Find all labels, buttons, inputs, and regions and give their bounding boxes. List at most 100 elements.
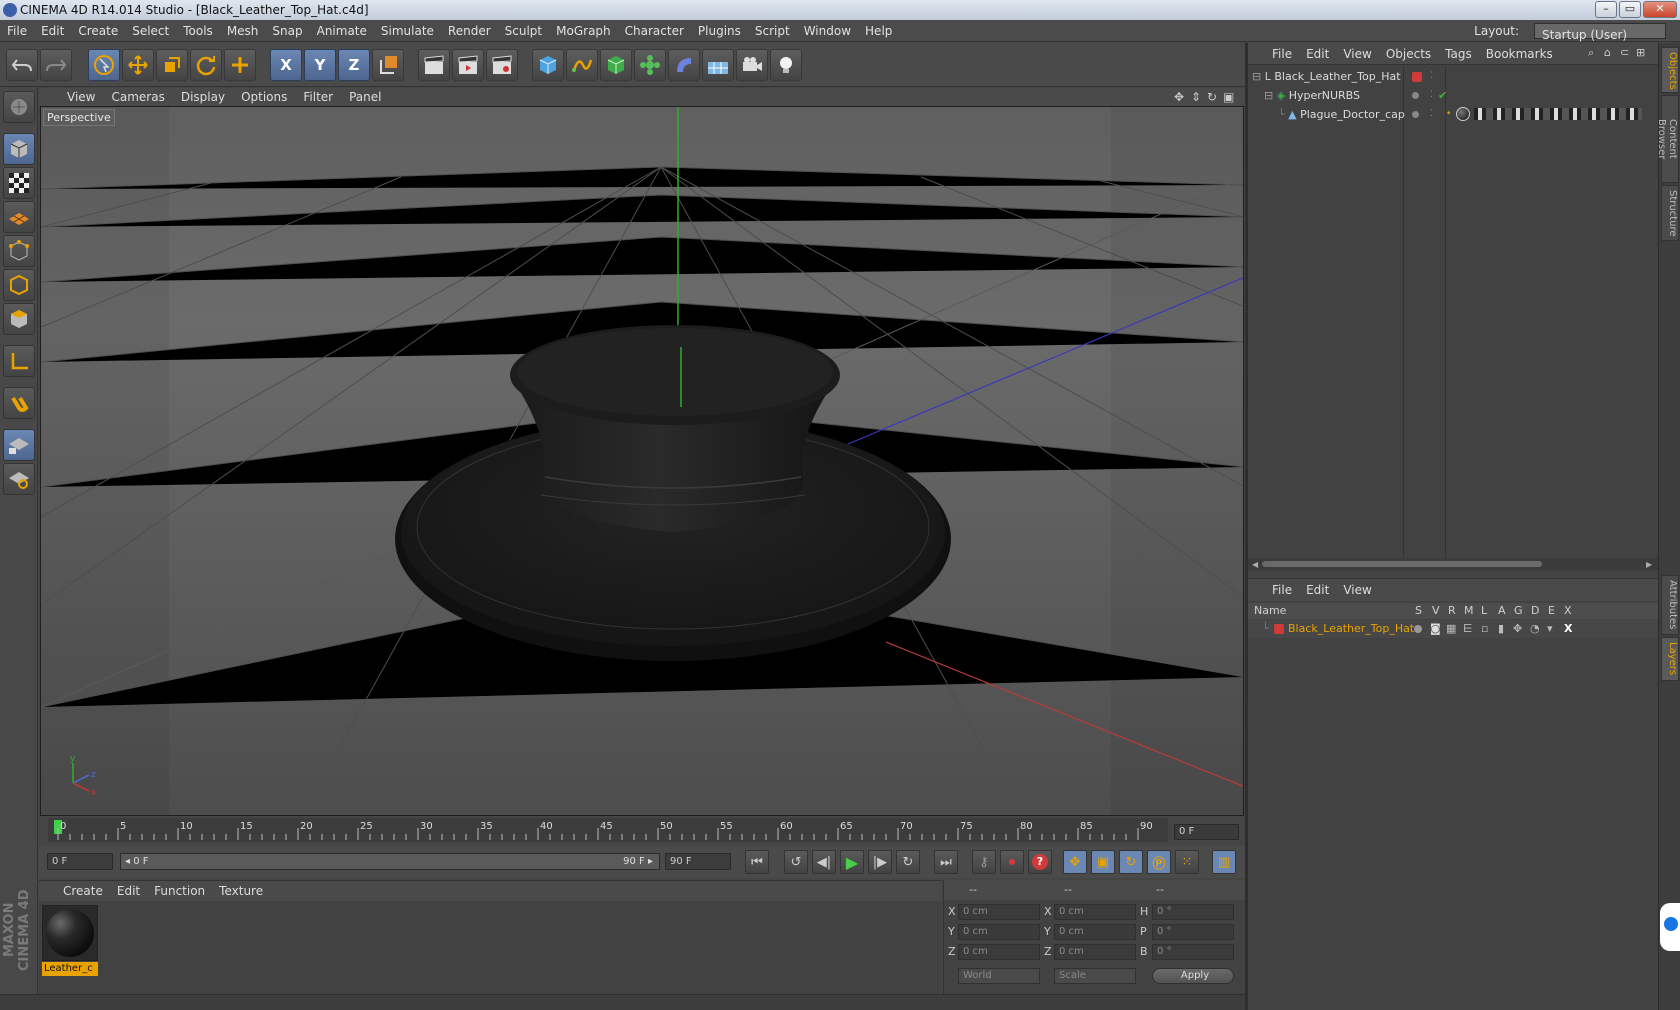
layer-solo-icon[interactable] [1414,625,1422,633]
layer-render-icon[interactable]: ▦ [1446,620,1456,638]
material-thumbnail[interactable] [42,905,98,961]
perspective-viewport[interactable]: y z x Perspective [40,106,1244,816]
texture-mode-button[interactable] [3,167,35,199]
menu-create[interactable]: Create [71,20,125,42]
live-selection-button[interactable] [88,49,120,81]
object-menu-edit[interactable]: Edit [1299,43,1336,65]
render-view-button[interactable] [418,49,450,81]
menu-mesh[interactable]: Mesh [220,20,266,42]
material-menu-texture[interactable]: Texture [212,881,270,901]
rotate-tool-button[interactable] [190,49,222,81]
scale-tool-button[interactable] [156,49,188,81]
layer-menu-file[interactable]: File [1248,579,1299,601]
tab-objects[interactable]: Objects [1661,47,1679,93]
menu-edit[interactable]: Edit [34,20,71,42]
undo-button[interactable] [6,49,38,81]
previous-key-button[interactable]: ↺ [784,850,808,874]
layout-select[interactable]: Startup (User) [1534,23,1666,42]
menu-select[interactable]: Select [125,20,176,42]
viewport-pan-icon[interactable]: ✥ [1174,90,1184,104]
coordinate-system-button[interactable] [372,49,404,81]
layer-menu-edit[interactable]: Edit [1299,579,1336,601]
autokey-button[interactable]: ⏺ [1000,850,1024,874]
menu-render[interactable]: Render [441,20,498,42]
maximize-button[interactable]: ▭ [1619,1,1641,18]
menu-sculpt[interactable]: Sculpt [498,20,549,42]
render-picture-viewer-button[interactable] [452,49,484,81]
preview-range-slider[interactable]: ◂ 0 F 90 F ▸ [120,853,660,870]
coord-pos-x-field[interactable]: 0 cm [958,904,1040,920]
menu-snap[interactable]: Snap [265,20,309,42]
tab-content-browser[interactable]: Content Browser [1656,95,1679,183]
add-camera-button[interactable] [736,49,768,81]
tab-structure[interactable]: Structure [1661,185,1679,241]
coord-rot-b-field[interactable]: 0 ° [1152,944,1234,960]
close-button[interactable]: ✕ [1643,1,1677,18]
go-to-end-button[interactable]: ⏭ [934,850,958,874]
move-tool-button[interactable] [122,49,154,81]
layer-visible-eye-icon[interactable]: ◙ [1430,620,1441,638]
menu-animate[interactable]: Animate [310,20,374,42]
visibility-dots-icon[interactable]: ⁚ [1430,105,1433,124]
object-menu-objects[interactable]: Objects [1379,43,1438,65]
tab-layers[interactable]: Layers [1661,637,1679,681]
snap-button[interactable] [3,387,35,419]
add-nurbs-button[interactable] [600,49,632,81]
layer-name[interactable]: Black_Leather_Top_Hat [1288,620,1414,638]
start-frame-field[interactable]: 0 F [47,853,113,870]
enabled-check-icon[interactable]: ✔ [1438,86,1447,105]
menu-character[interactable]: Character [618,20,691,42]
menu-file[interactable]: File [0,20,34,42]
z-axis-lock-button[interactable]: Z [338,49,370,81]
planar-workplane-button[interactable] [3,463,35,495]
current-frame-field[interactable]: 0 F [1174,824,1239,840]
record-parameter-button[interactable]: Ⓟ [1147,850,1171,874]
uvw-tags-strip[interactable] [1474,108,1642,120]
polygons-mode-button[interactable] [3,303,35,335]
object-filter-icon[interactable]: ⊂ [1620,46,1629,59]
object-menu-tags[interactable]: Tags [1438,43,1479,65]
scroll-right-icon[interactable]: ▶ [1646,560,1652,569]
teamviewer-widget[interactable] [1660,903,1680,951]
object-menu-file[interactable]: File [1248,43,1299,65]
menu-mograph[interactable]: MoGraph [549,20,618,42]
object-menu-view[interactable]: View [1336,43,1378,65]
visibility-dots-icon[interactable]: ⁚ [1430,67,1433,86]
menu-script[interactable]: Script [748,20,797,42]
coord-rot-p-field[interactable]: 0 ° [1152,924,1234,940]
size-mode-select[interactable]: Scale [1054,968,1136,984]
viewport-maximize-icon[interactable]: ▣ [1223,90,1234,104]
phong-tag-icon[interactable]: • [1446,105,1451,124]
object-row-hypernurbs[interactable]: ⊟ ◈ HyperNURBS ⁚ ✔ [1264,86,1652,105]
coord-size-x-field[interactable]: 0 cm [1054,904,1136,920]
record-scale-button[interactable]: ▣ [1091,850,1115,874]
keyframe-selection-button[interactable]: ? [1028,850,1052,874]
add-mograph-button[interactable] [634,49,666,81]
scroll-left-icon[interactable]: ◀ [1252,560,1258,569]
object-new-window-icon[interactable]: ⊞ [1636,46,1645,59]
coord-rot-h-field[interactable]: 0 ° [1152,904,1234,920]
add-cube-button[interactable] [532,49,564,81]
play-button[interactable]: ▶ [840,850,864,874]
viewport-rotate-icon[interactable]: ↻ [1207,90,1217,104]
scroll-thumb[interactable] [1262,561,1542,567]
previous-frame-button[interactable]: ◀| [812,850,836,874]
model-mode-button[interactable] [3,133,35,165]
y-axis-lock-button[interactable]: Y [304,49,336,81]
object-horizontal-scrollbar[interactable]: ◀ ▶ [1248,558,1658,570]
visibility-dots-icon[interactable]: ⁚ [1430,86,1433,105]
locked-workplane-button[interactable] [3,429,35,461]
layer-row-black-leather-top-hat[interactable]: └ Black_Leather_Top_Hat ◙ ▦ ⋿ ▫ ▮ ✥ ◔ ▾ … [1248,620,1658,638]
make-editable-button[interactable] [3,91,35,123]
menu-window[interactable]: Window [797,20,858,42]
layer-animation-icon[interactable]: ▮ [1498,620,1504,638]
timeline-ruler[interactable]: 0 5 10 15 20 25 30 35 40 45 50 55 60 65 70 75 80 85 90 [48,818,1168,842]
layer-deformers-icon[interactable]: ◔ [1530,620,1540,638]
record-position-button[interactable]: ✥ [1063,850,1087,874]
object-home-icon[interactable]: ⌂ [1604,46,1611,59]
layer-lock-icon[interactable]: ▫ [1481,620,1488,638]
add-environment-button[interactable] [702,49,734,81]
object-menu-bookmarks[interactable]: Bookmarks [1479,43,1560,65]
record-point-level-button[interactable]: ⁙ [1175,850,1199,874]
layer-manager-icon[interactable]: ⋿ [1463,620,1473,638]
